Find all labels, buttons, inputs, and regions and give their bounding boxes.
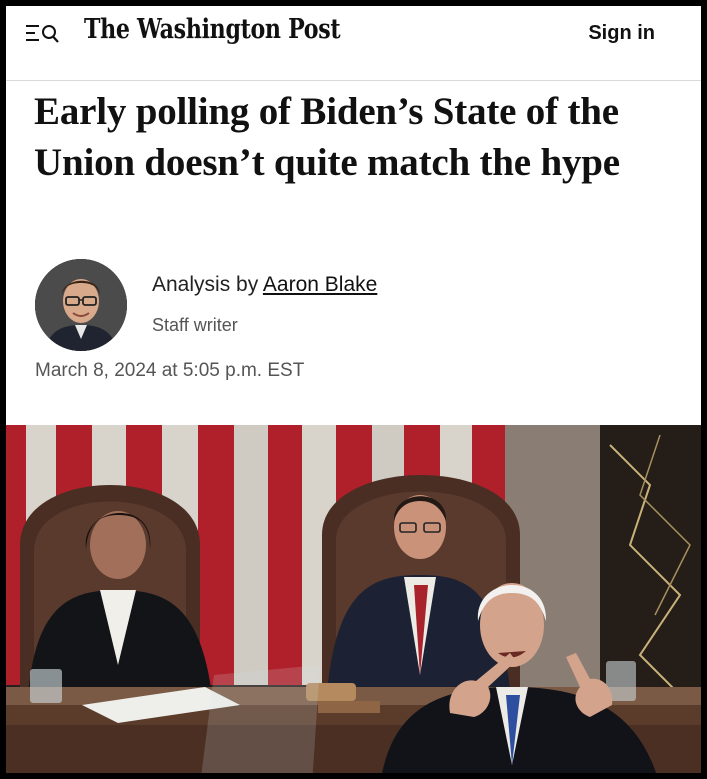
publish-date: March 8, 2024 at 5:05 p.m. EST xyxy=(35,360,305,381)
author-role: Staff writer xyxy=(152,315,238,335)
byline: Analysis by Aaron Blake xyxy=(152,273,377,297)
article-headline: Early polling of Biden’s State of the Un… xyxy=(34,90,620,184)
site-logo[interactable]: The Washington Post xyxy=(84,14,341,45)
page-frame: The Washington Post Sign in Early pollin… xyxy=(6,6,701,773)
author-avatar[interactable] xyxy=(35,259,127,351)
byline-prefix: Analysis by xyxy=(152,273,259,296)
site-header: The Washington Post Sign in xyxy=(6,6,701,81)
author-link[interactable]: Aaron Blake xyxy=(263,273,377,296)
menu-search-icon[interactable] xyxy=(26,22,66,48)
sign-in-button[interactable]: Sign in xyxy=(588,22,655,45)
lead-photo xyxy=(6,425,701,773)
